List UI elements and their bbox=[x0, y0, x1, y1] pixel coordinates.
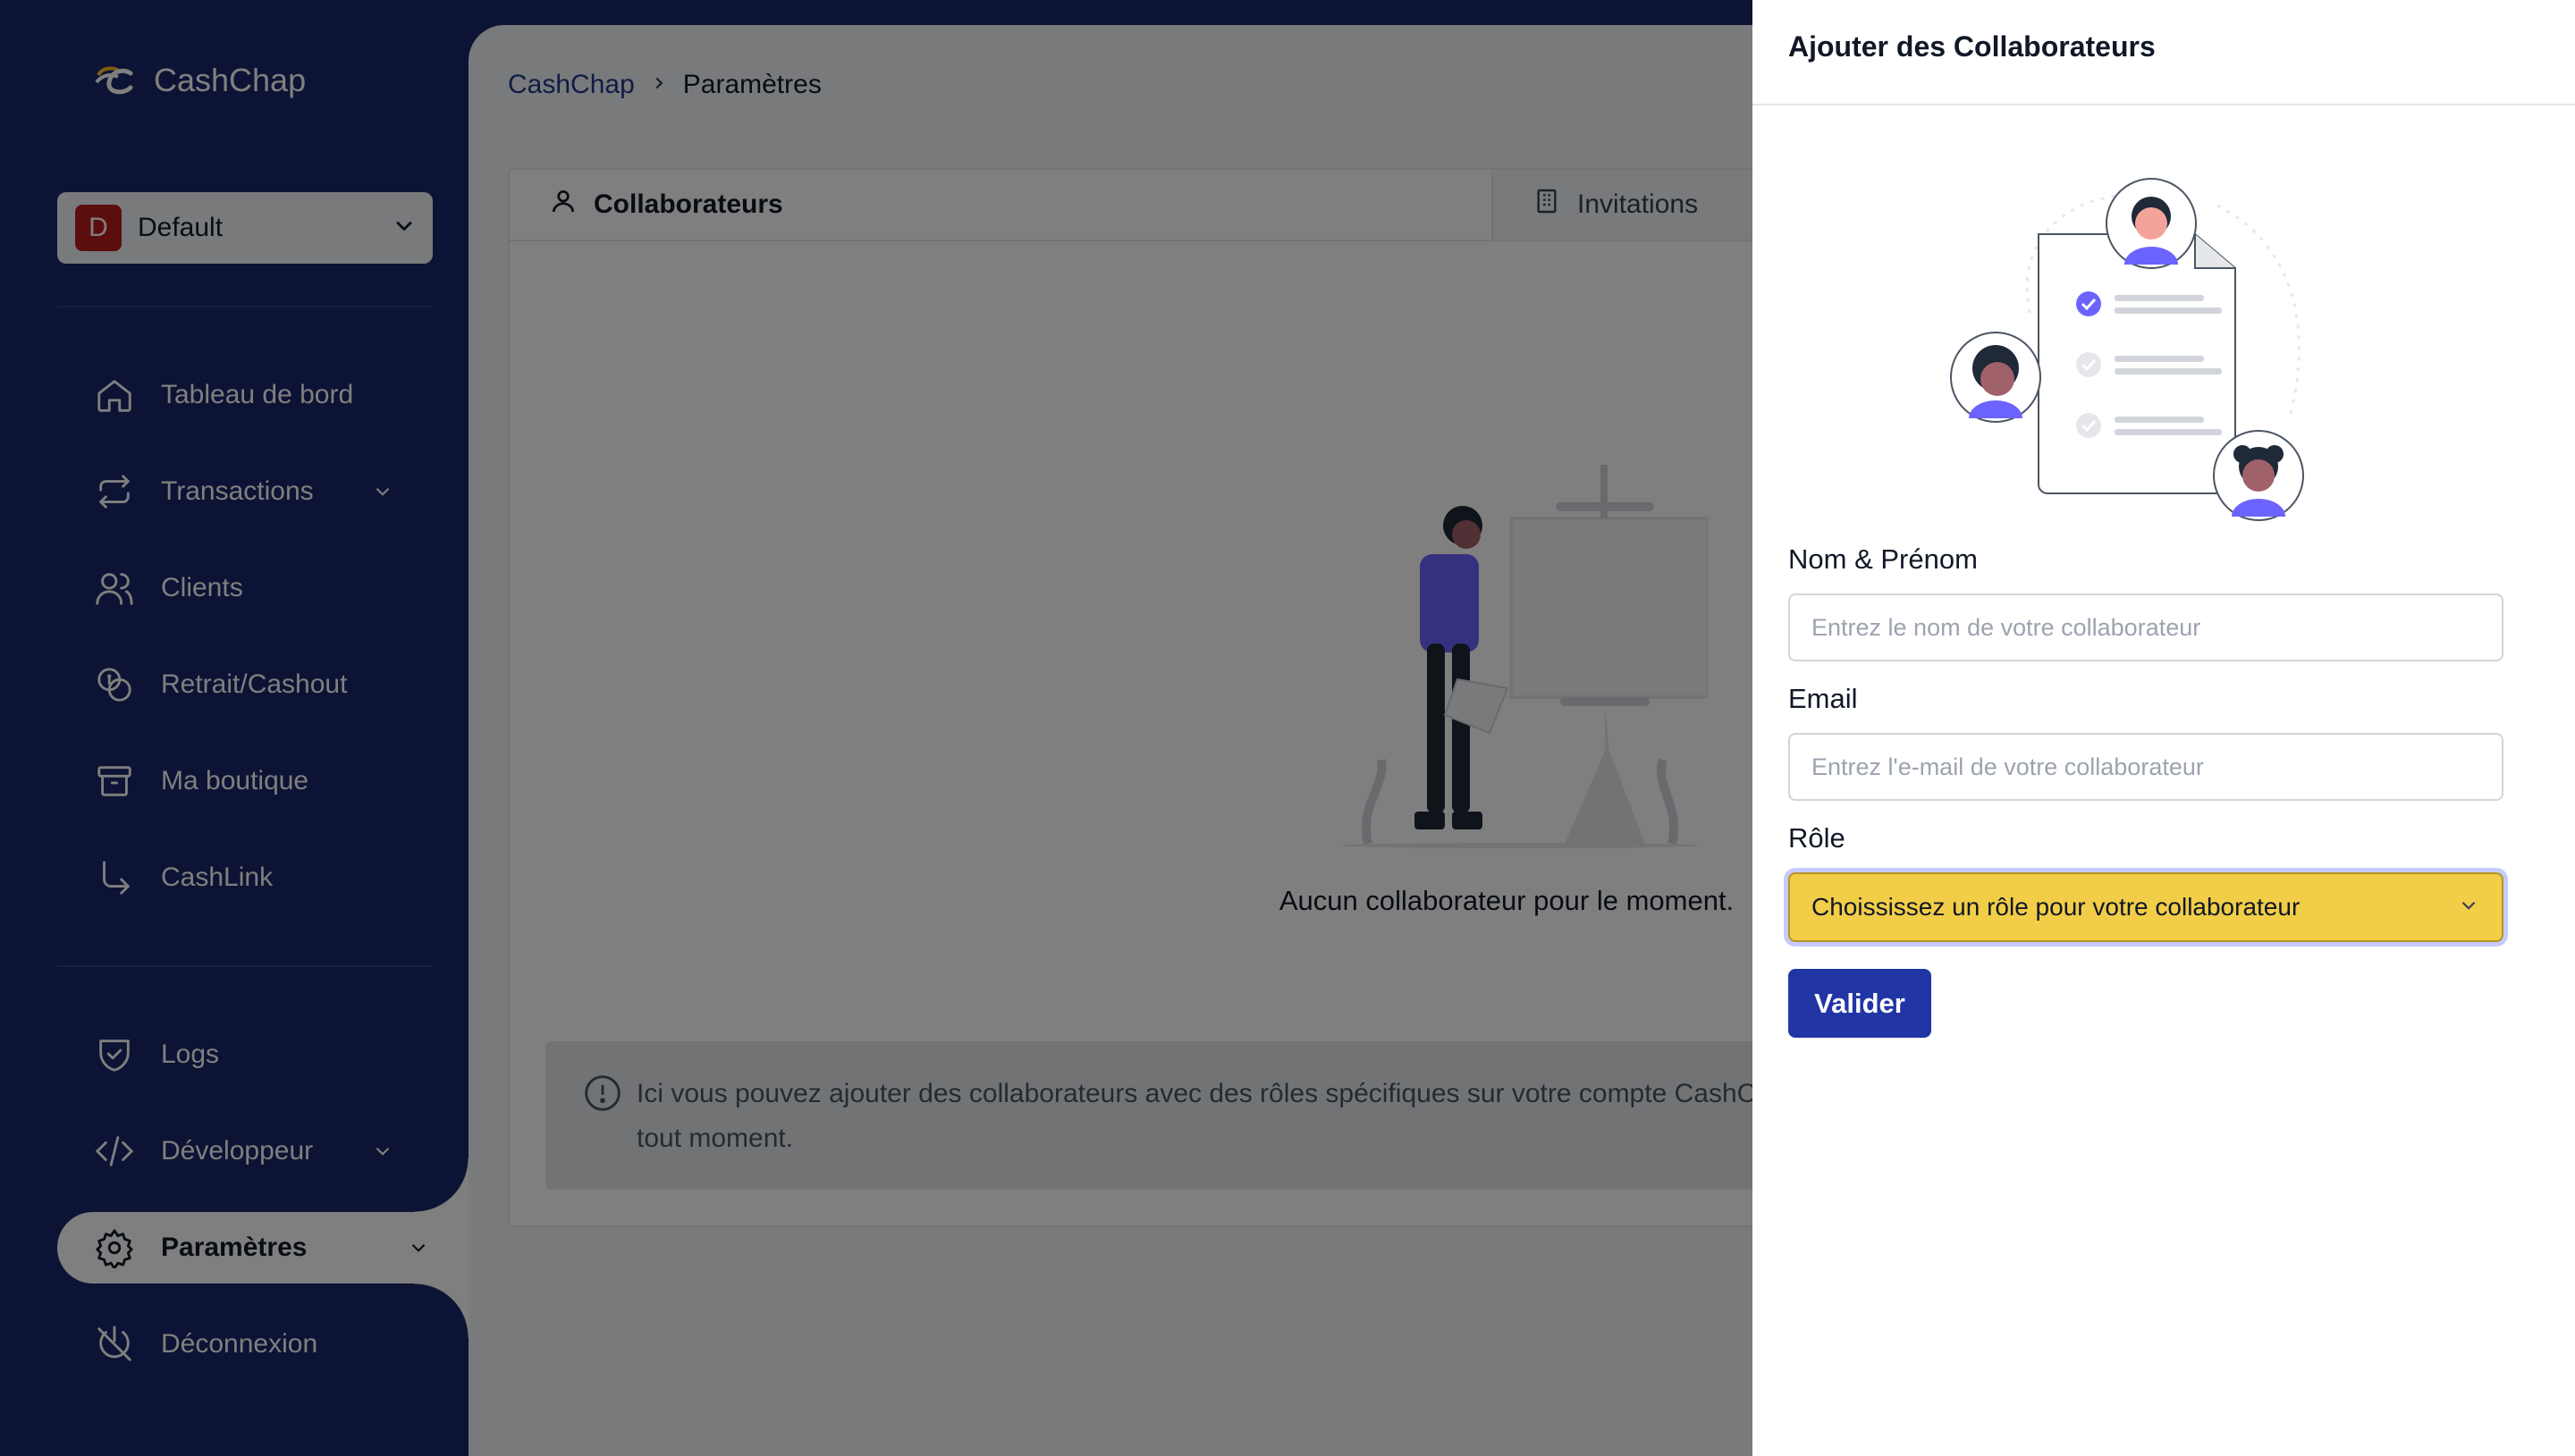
email-label: Email bbox=[1788, 683, 1858, 714]
drawer-header: Ajouter des Collaborateurs bbox=[1752, 0, 2575, 105]
email-input[interactable] bbox=[1788, 733, 2503, 801]
name-label: Nom & Prénom bbox=[1788, 543, 1978, 575]
collaborators-illustration bbox=[1950, 178, 2304, 521]
modal-backdrop[interactable] bbox=[0, 0, 1752, 1456]
name-input[interactable] bbox=[1788, 593, 2503, 661]
add-collaborator-drawer: Ajouter des Collaborateurs Nom & Prénom … bbox=[1752, 0, 2575, 1456]
role-label: Rôle bbox=[1788, 822, 1845, 854]
role-select-value: Choississez un rôle pour votre collabora… bbox=[1811, 893, 2301, 921]
submit-button[interactable]: Valider bbox=[1788, 969, 1931, 1038]
chevron-down-icon bbox=[2457, 894, 2480, 922]
drawer-title: Ajouter des Collaborateurs bbox=[1788, 30, 2156, 63]
role-select[interactable]: Choississez un rôle pour votre collabora… bbox=[1788, 872, 2503, 942]
